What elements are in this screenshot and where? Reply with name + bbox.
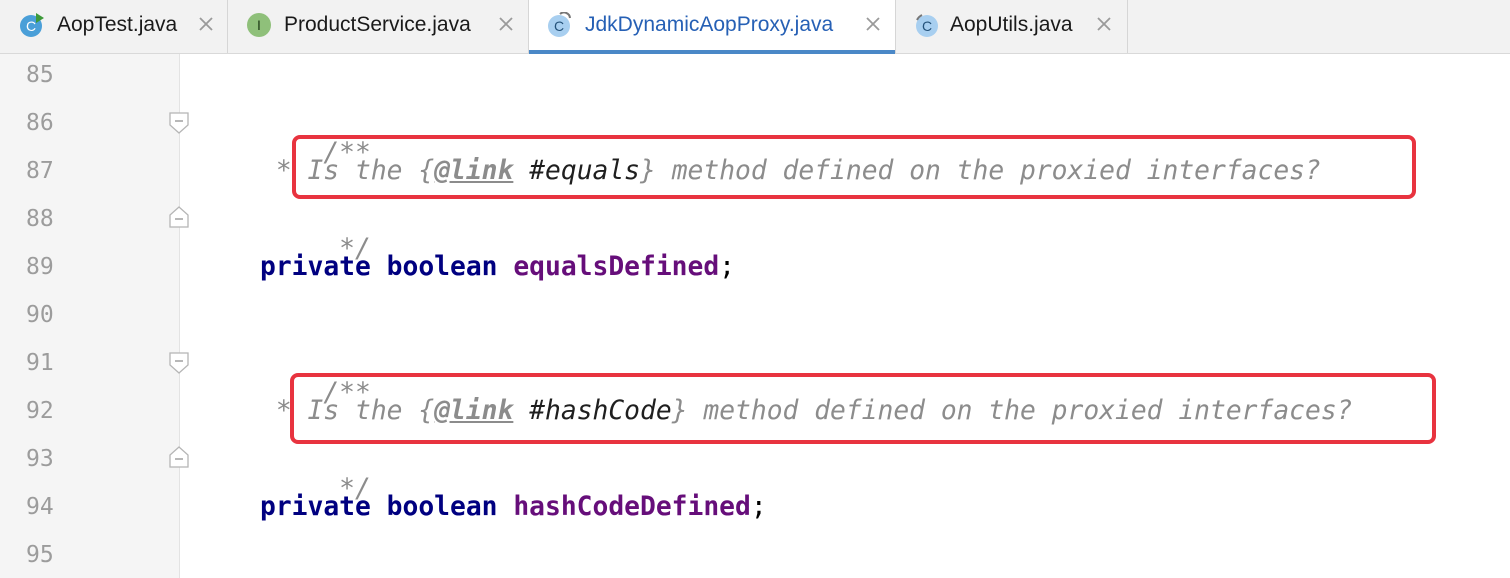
line-number: 89 [26,254,54,280]
highlight-box [290,373,1436,444]
interface-icon: I [247,13,271,37]
semicolon: ; [719,252,736,282]
code-line: /** [260,108,371,168]
field-name[interactable]: equalsDefined [513,252,719,282]
tab-aoptest[interactable]: C AopTest.java [0,0,228,53]
keyword-boolean: boolean [386,252,498,282]
line-number: 88 [26,206,54,232]
close-icon[interactable] [494,12,518,36]
line-number: 92 [26,398,54,424]
line-number: 86 [26,110,54,136]
svg-text:C: C [554,18,564,34]
close-icon[interactable] [861,12,885,36]
semicolon: ; [750,492,767,522]
class-icon: C [548,12,571,37]
line-number: 93 [26,446,54,472]
class-icon: C [916,14,938,37]
close-icon[interactable] [1092,12,1116,36]
line-number: 90 [26,302,54,328]
tab-label: AopTest.java [57,13,178,36]
editor-tab-bar: C AopTest.java I ProductService.java C J… [0,0,1510,54]
line-number: 87 [26,158,54,184]
field-name[interactable]: hashCodeDefined [513,492,750,522]
fold-collapse-icon[interactable] [169,112,189,134]
line-number: 94 [26,494,54,520]
doc-comment-star: * [260,396,292,426]
code-line: private boolean equalsDefined; [260,252,735,282]
close-icon[interactable] [194,12,218,36]
keyword-private: private [260,252,371,282]
line-number: 95 [26,542,54,568]
tab-aoputils[interactable]: C AopUtils.java [896,0,1128,53]
line-number: 85 [26,62,54,88]
tab-label: JdkDynamicAopProxy.java [585,13,834,36]
keyword-private: private [260,492,371,522]
svg-text:C: C [922,18,932,34]
code-line: */ [260,444,371,504]
tab-jdkdynamicaopproxy[interactable]: C JdkDynamicAopProxy.java [529,0,896,54]
line-number: 91 [26,350,54,376]
fold-end-icon[interactable] [169,446,189,468]
code-line: */ [260,204,371,264]
fold-collapse-icon[interactable] [169,352,189,374]
tab-label: AopUtils.java [950,13,1073,36]
highlight-box [292,135,1416,199]
doc-comment-star: * [260,156,292,186]
code-editor[interactable]: /** * Is the {@link #equals} method defi… [0,0,1352,570]
tab-productservice[interactable]: I ProductService.java [228,0,529,53]
code-line: private boolean hashCodeDefined; [260,492,767,522]
keyword-boolean: boolean [386,492,498,522]
tab-label: ProductService.java [284,13,471,36]
svg-text:I: I [257,17,261,33]
fold-end-icon[interactable] [169,206,189,228]
